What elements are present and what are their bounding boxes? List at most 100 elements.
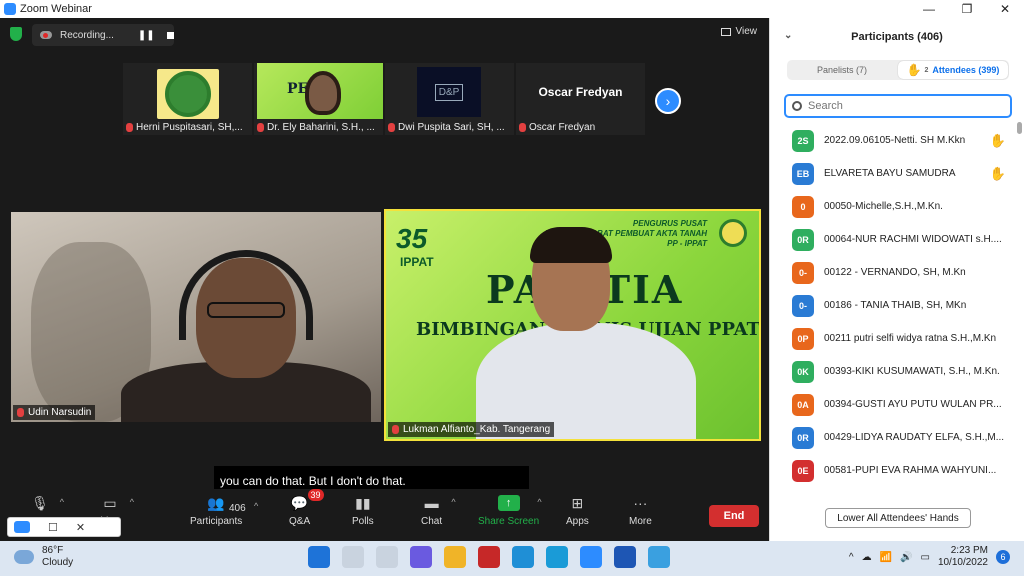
chevron-up-icon[interactable]: ^ [537,497,541,507]
attendee-row[interactable]: 0- 00186 - TANIA THAIB, SH, MKn [770,289,1018,322]
meeting-stage: Recording... ❚❚ View Herni Puspitasari, … [0,18,769,541]
attendee-row[interactable]: 0A 00394-GUSTI AYU PUTU WULAN PR... [770,388,1018,421]
avatar: 2S [792,129,814,152]
chat-icon: ▬ ^ [424,495,456,511]
apps-icon: ⊞ [571,494,584,511]
task-view-icon[interactable] [376,546,398,568]
qa-button[interactable]: 💬 39 Q&A [289,489,324,527]
chevron-up-icon[interactable]: ^ [60,497,64,507]
speaker-icon[interactable]: 🔊 [900,552,912,563]
stop-recording-icon[interactable] [166,31,174,39]
mute-button[interactable]: 🎙 ^ [30,495,64,511]
search-box[interactable] [784,94,1012,118]
video-tile-active-speaker[interactable]: 35 IPPAT PENGURUS PUSAT IKATAN PEJABAT P… [384,209,761,441]
thumbnail-tile[interactable]: Oscar Fredyan Oscar Fredyan [516,63,645,135]
attendee-name: 00581-PUPI EVA RAHMA WAHYUNI... [824,465,997,476]
pause-recording-icon[interactable]: ❚❚ [138,30,155,41]
participants-label: Participants [190,516,243,527]
tab-attendees[interactable]: ✋ 2 Attendees (399) [898,61,1008,79]
chat-button[interactable]: ▬ ^ Chat [421,495,456,527]
minimize-button[interactable]: — [910,0,948,18]
close-icon[interactable]: ✕ [76,521,85,534]
attendee-row[interactable]: 0E 00581-PUPI EVA RAHMA WAHYUNI... [770,454,1018,487]
raised-hand-icon[interactable]: ✋ [990,133,1006,149]
maximize-button[interactable]: ❐ [948,0,986,18]
thumbnail-tile[interactable]: PEM Dr. Ely Baharini, S.H., ... [254,63,383,135]
chat-app-icon[interactable] [410,546,432,568]
avatar: 0 [792,195,814,218]
mic-muted-icon [257,123,264,132]
avatar: 0P [792,327,814,350]
share-screen-button[interactable]: ↑ ^ Share Screen [478,495,542,527]
attendee-row[interactable]: 0 00050-Michelle,S.H.,M.Kn. [770,190,1018,223]
video-name-tag: Udin Narsudin [13,405,96,420]
chevron-up-icon[interactable]: ^ [254,501,258,511]
mic-muted-icon [519,123,526,132]
avatar: 0A [792,393,814,416]
mcafee-icon[interactable] [478,546,500,568]
zoom-icon[interactable] [580,546,602,568]
avatar: 0E [792,459,814,482]
raised-hand-icon[interactable]: ✋ [990,166,1006,182]
apps-button[interactable]: ⊞ Apps [566,494,589,528]
thumbnail-name: Herni Puspitasari, SH,... [136,122,243,133]
edge-icon[interactable] [546,546,568,568]
thumbnail-tile[interactable]: D&P Dwi Puspita Sari, SH, ... [385,63,514,135]
raised-hand-icon: ✋ [906,63,922,77]
attendee-row[interactable]: 0K 00393-KIKI KUSUMAWATI, S.H., M.Kn. [770,355,1018,388]
attendee-row[interactable]: 0R 00064-NUR RACHMI WIDOWATI s.H.... [770,223,1018,256]
weather-widget[interactable]: 86°F Cloudy [14,545,73,569]
thumbnail-strip: Herni Puspitasari, SH,... PEM Dr. Ely Ba… [123,63,645,135]
qa-label: Q&A [289,516,311,527]
attendee-row[interactable]: 0- 00122 - VERNANDO, SH, M.Kn [770,256,1018,289]
attendee-row[interactable]: 2S 2022.09.06105-Netti. SH M.Kkn ✋ [770,124,1018,157]
glasses [207,302,285,318]
start-icon[interactable] [308,546,330,568]
participant-video [305,71,341,115]
attendee-list: 2S 2022.09.06105-Netti. SH M.Kkn ✋ EB ELVARE… [770,124,1018,494]
attendee-row[interactable]: EB ELVARETA BAYU SAMUDRA ✋ [770,157,1018,190]
next-page-arrow-icon[interactable]: › [655,88,681,114]
chevron-up-icon[interactable]: ^ [130,497,134,507]
chevron-up-icon[interactable]: ^ [849,552,854,563]
close-button[interactable]: ✕ [986,0,1024,18]
security-shield-icon[interactable] [10,27,22,41]
clock[interactable]: 2:23 PM 10/10/2022 [938,545,988,569]
video-name: Udin Narsudin [28,407,92,418]
meeting-topbar: Recording... ❚❚ View [0,18,769,50]
polls-label: Polls [352,516,374,527]
ippat-logo-icon [157,69,219,119]
participants-panel: ⌄ Participants (406) Panelists (7) ✋ 2 Att… [769,18,1024,541]
view-button[interactable]: View [720,26,758,37]
chevron-up-icon[interactable]: ^ [451,497,455,507]
video-tile-left[interactable]: Udin Narsudin [11,212,381,422]
l-app-icon[interactable] [512,546,534,568]
restore-icon[interactable]: ☐ [48,521,58,534]
view-label: View [735,26,758,37]
zoom-mini-icon[interactable] [14,521,30,533]
lower-all-hands-button[interactable]: Lower All Attendees' Hands [825,508,971,528]
attendee-row[interactable]: 0P 00211 putri selfi widya ratna S.H.,M.K… [770,322,1018,355]
avatar: EB [792,162,814,185]
weather-temp: 86°F [42,545,64,556]
network-icon[interactable]: 📶 [880,552,892,563]
attendee-row[interactable]: 0R 00429-LIDYA RAUDATY ELFA, S.H.,M... [770,421,1018,454]
share-label: Share Screen [478,516,540,527]
file-explorer-icon[interactable] [444,546,466,568]
more-button[interactable]: ··· More [629,495,652,527]
word-icon[interactable] [614,546,636,568]
thumbnail-tile[interactable]: Herni Puspitasari, SH,... [123,63,252,135]
search-icon[interactable] [342,546,364,568]
cloud-sync-icon[interactable]: ☁ [862,552,872,563]
slide-org: IPPAT [400,255,434,269]
photos-icon[interactable] [648,546,670,568]
search-input[interactable] [808,100,988,112]
tab-panelists[interactable]: Panelists (7) [787,60,897,80]
end-button[interactable]: End [709,505,759,527]
mini-floating-controls[interactable]: ☐ ✕ [7,517,121,537]
chevron-down-icon[interactable]: ⌄ [784,30,792,41]
notification-badge[interactable]: 6 [996,550,1010,564]
mic-muted-icon [17,408,24,417]
battery-icon[interactable]: ▭ [920,552,929,563]
polls-button[interactable]: ▮▮ Polls [352,495,374,528]
